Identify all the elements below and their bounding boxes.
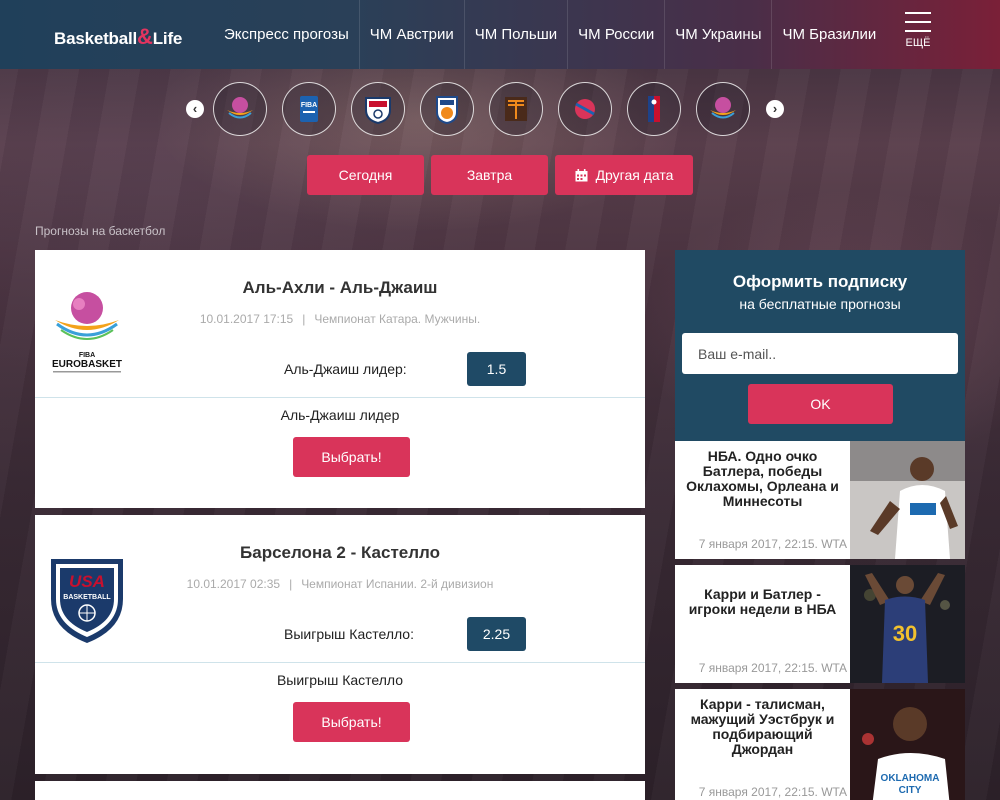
nav-item-austria[interactable]: ЧМ Австрии (360, 0, 465, 69)
today-button[interactable]: Сегодня (307, 155, 424, 195)
carousel-next-button[interactable]: › (766, 100, 784, 118)
subscribe-subtitle: на бесплатные прогнозы (739, 296, 901, 312)
svg-text:FIBA: FIBA (301, 102, 317, 109)
logo-text-life: Life (152, 29, 183, 48)
card-divider (35, 662, 645, 663)
news-date: 7 января 2017, 22:15. WTA (698, 661, 847, 675)
nav-item-russia[interactable]: ЧМ России (568, 0, 666, 69)
match-title[interactable]: Аль-Ахли - Аль-Джаиш (35, 278, 645, 298)
choose-button[interactable]: Выбрать! (293, 437, 410, 477)
nav-item-express[interactable]: Экспресс прогозы (214, 0, 360, 69)
pick-text: Аль-Джаиш лидер (280, 407, 400, 423)
subscribe-ok-button[interactable]: OK (748, 384, 893, 424)
pick-text: Выигрыш Кастелло (276, 672, 404, 688)
usa-basketball-logo: USA BASKETBALL (49, 553, 125, 643)
fiba-europe-icon: FIBA (300, 96, 318, 122)
league-nba[interactable] (627, 82, 681, 136)
ncaa-icon (575, 99, 595, 119)
meta-separator: | (302, 312, 306, 326)
match-card: USA BASKETBALL Барселона 2 - Кастелло 10… (35, 515, 645, 774)
league-ncaa[interactable] (558, 82, 612, 136)
match-title[interactable]: Барселона 2 - Кастелло (35, 543, 645, 563)
match-card: FIBA EUROBASKET Аль-Ахли - Аль-Джаиш 10.… (35, 250, 645, 508)
news-title[interactable]: Карри - талисман, мажущий Уэстбрук и под… (675, 697, 850, 757)
league-euroleague[interactable] (489, 82, 543, 136)
league-eurobasket-2[interactable] (696, 82, 750, 136)
news-photo[interactable]: OKLAHOMA CITY (850, 689, 965, 800)
news-item[interactable]: НБА. Одно очко Батлера, победы Оклахомы,… (675, 441, 965, 559)
league-usa-basketball[interactable] (351, 82, 405, 136)
news-title[interactable]: Карри и Батлер - игроки недели в НБА (675, 587, 850, 617)
subscribe-title: Оформить подписку (732, 272, 908, 291)
calendar-icon (575, 168, 588, 181)
main-nav: Экспресс прогозы ЧМ Австрии ЧМ Польши ЧМ… (214, 0, 886, 69)
news-date: 7 января 2017, 22:15. WTA (698, 785, 847, 799)
news-photo[interactable] (850, 441, 965, 559)
match-meta: 10.01.2017 02:35 | Чемпионат Испании. 2-й … (35, 577, 645, 591)
nav-item-poland[interactable]: ЧМ Польши (465, 0, 569, 69)
svg-text:30: 30 (893, 621, 917, 646)
match-league: Чемпионат Испании. 2-й дивизион (301, 577, 494, 591)
logo-ampersand: & (137, 24, 153, 49)
today-label: Сегодня (338, 167, 393, 183)
eurobasket-icon (227, 97, 253, 119)
eurobasket-icon (710, 97, 736, 119)
more-menu-button[interactable]: ЕЩЁ (903, 12, 933, 49)
news-photo[interactable]: 30 (850, 565, 965, 683)
breadcrumb[interactable]: Прогнозы на баскетбол (35, 224, 165, 238)
odds-badge[interactable]: 2.25 (467, 617, 526, 651)
svg-text:BASKETBALL: BASKETBALL (63, 594, 111, 601)
league-fiba-europe[interactable]: FIBA (282, 82, 336, 136)
news-title[interactable]: НБА. Одно очко Батлера, победы Оклахомы,… (675, 449, 850, 509)
match-card (35, 781, 645, 800)
card-divider (35, 397, 645, 398)
subscribe-panel: Оформить подписку на бесплатные прогнозы… (675, 250, 965, 441)
league-eurobasket[interactable] (213, 82, 267, 136)
nav-item-ukraine[interactable]: ЧМ Украины (665, 0, 773, 69)
top-navbar: Basketball&Life Экспресс прогозы ЧМ Авст… (0, 0, 1000, 69)
logo-text-basketball: Basketball (54, 29, 138, 48)
match-league: Чемпионат Катара. Мужчины. (314, 312, 481, 326)
usa-basketball-icon (365, 97, 391, 125)
svg-text:EUROBASKET: EUROBASKET (52, 359, 122, 370)
euroleague-icon (505, 97, 527, 121)
site-logo[interactable]: Basketball&Life (54, 24, 182, 50)
tomorrow-label: Завтра (466, 167, 513, 183)
other-date-label: Другая дата (595, 167, 674, 183)
match-meta: 10.01.2017 17:15 | Чемпионат Катара. Мужчи… (35, 312, 645, 326)
vtb-league-icon (436, 96, 458, 125)
svg-text:OKLAHOMA: OKLAHOMA (881, 773, 940, 784)
odds-badge[interactable]: 1.5 (467, 352, 526, 386)
match-datetime: 10.01.2017 02:35 (186, 577, 281, 591)
choose-button[interactable]: Выбрать! (293, 702, 410, 742)
more-label: ЕЩЁ (905, 37, 931, 49)
svg-text:FIBA: FIBA (79, 352, 95, 359)
email-input[interactable] (682, 333, 958, 374)
nav-item-brazil[interactable]: ЧМ Бразилии (772, 0, 886, 69)
news-item[interactable]: Карри - талисман, мажущий Уэстбрук и под… (675, 689, 965, 800)
match-datetime: 10.01.2017 17:15 (199, 312, 294, 326)
news-item[interactable]: Карри и Батлер - игроки недели в НБА 7 я… (675, 565, 965, 683)
eurobasket-logo: FIBA EUROBASKET (49, 286, 125, 376)
league-vtb[interactable] (420, 82, 474, 136)
hamburger-icon (903, 12, 933, 32)
tomorrow-button[interactable]: Завтра (431, 155, 548, 195)
svg-text:CITY: CITY (899, 785, 922, 796)
other-date-button[interactable]: Другая дата (555, 155, 693, 195)
carousel-prev-button[interactable]: ‹ (186, 100, 204, 118)
news-date: 7 января 2017, 22:15. WTA (698, 537, 847, 551)
nba-icon (648, 96, 660, 122)
bet-label: Выигрыш Кастелло: (284, 626, 414, 642)
meta-separator: | (289, 577, 293, 591)
bet-label: Аль-Джаиш лидер: (284, 361, 407, 377)
